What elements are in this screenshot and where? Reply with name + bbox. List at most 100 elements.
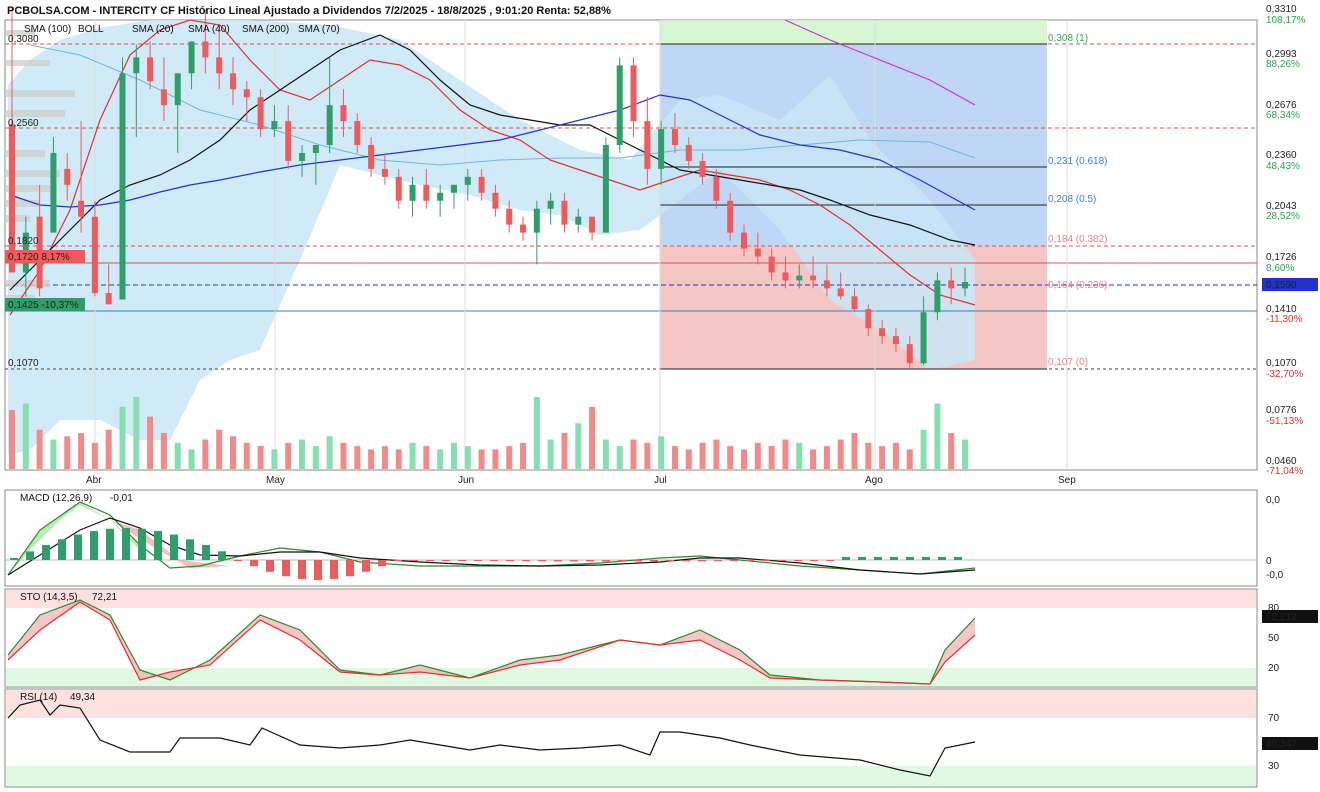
pct-tick: 8,60% [1266, 263, 1294, 274]
macd-hist-bar [810, 560, 818, 561]
candle-body [685, 144, 692, 161]
macd-hist-bar [26, 551, 34, 560]
candle-body [520, 224, 527, 233]
candle-body [810, 275, 817, 281]
macd-hist-bar [250, 560, 258, 567]
volume-bar [658, 436, 665, 469]
candle-body [423, 184, 430, 201]
month-label: Abr [86, 475, 102, 486]
volume-bar [478, 449, 485, 469]
candle-body [865, 309, 872, 329]
candle-body [119, 73, 126, 300]
volume-bar [616, 446, 623, 469]
candle-body [160, 89, 167, 106]
macd-hist-bar [522, 560, 530, 562]
candle-body [202, 41, 209, 58]
price-axis: 0,3310 108,17% 0,2993 88,26% 0,2676 68,3… [1262, 4, 1318, 477]
candle-body [713, 176, 720, 201]
volume-bar [119, 406, 126, 469]
volume-bar [64, 436, 71, 469]
macd-hist-bar [698, 560, 706, 562]
candle-body [174, 73, 181, 106]
volume-bar [823, 446, 830, 469]
volume-bar [851, 433, 858, 469]
candle-body [671, 129, 678, 145]
candle-body [299, 152, 306, 161]
macd-hist-bar [362, 560, 370, 572]
volume-bar [727, 446, 734, 469]
candle-body [879, 328, 886, 337]
volume-bar [520, 442, 527, 469]
fib-label-0618: 0,231 (0.618) [1048, 156, 1108, 167]
chart-header-title: PCBOLSA.COM - INTERCITY CF Histórico Lin… [7, 5, 611, 17]
month-label: Ago [865, 475, 883, 486]
candle-body [271, 121, 278, 130]
rsi-current: 49,347 [1266, 739, 1297, 750]
macd-hist-bar [314, 560, 322, 580]
candle-body [78, 200, 85, 217]
volume-bar [271, 449, 278, 469]
volume-bar [713, 439, 720, 469]
macd-hist-bar [618, 560, 626, 562]
volume-bar [188, 449, 195, 469]
candle-body [312, 144, 319, 153]
candle-body [133, 57, 140, 74]
macd-hist-bar [410, 560, 418, 561]
macd-hist-bar [426, 560, 434, 561]
macd-hist-bar [538, 560, 546, 562]
volume-bar [36, 429, 43, 469]
fib-label-1: 0,308 (1) [1048, 33, 1088, 44]
macd-hist-bar [602, 560, 610, 562]
candle-body [741, 232, 748, 249]
macd-hist-bar [330, 560, 338, 580]
legend-sma70: SMA (70) [298, 24, 340, 35]
candle-body [105, 293, 112, 305]
volume-bar [865, 442, 872, 469]
current-price: 0,1590 [1266, 280, 1297, 291]
macd-hist-bar [90, 530, 98, 560]
pct-tick: 68,34% [1266, 110, 1300, 121]
macd-hist-bar [906, 557, 914, 560]
legend-sma20: SMA (20) [132, 24, 174, 35]
volume-bar [741, 449, 748, 469]
pct-tick: 28,52% [1266, 211, 1300, 222]
rsi-label: RSI (14) [20, 692, 57, 703]
month-label: Jun [458, 475, 474, 486]
sto-current: 72,212 [1266, 612, 1297, 623]
volume-bar [575, 423, 582, 469]
candle-body [616, 65, 623, 145]
macd-hist-bar [826, 560, 834, 561]
macd-hist-bar [138, 528, 146, 560]
pct-tick: -11,30% [1266, 314, 1303, 325]
macd-axis-top: 0,0 [1266, 495, 1280, 506]
sto-label: STO (14,3,5) [20, 592, 78, 603]
macd-hist-bar [10, 558, 18, 560]
month-label: Sep [1058, 475, 1076, 486]
candle-body [91, 216, 98, 294]
candle-body [188, 41, 195, 74]
macd-hist-bar [394, 560, 402, 561]
volume-bar [22, 403, 29, 469]
candle-body [644, 121, 651, 169]
volume-bar [91, 442, 98, 469]
volume-bar [202, 439, 209, 469]
candle-body [547, 200, 554, 209]
macd-hist-bar [730, 560, 738, 562]
volume-bar [368, 449, 375, 469]
macd-hist-bar [202, 544, 210, 560]
volume-bar [160, 433, 167, 469]
volume-bar [174, 442, 181, 469]
macd-hist-bar [266, 560, 274, 572]
candle-body [575, 216, 582, 225]
candle-body [768, 256, 775, 273]
macd-hist-bar [106, 528, 114, 560]
macd-axis-bottom: -0,0 [1266, 570, 1284, 581]
macd-hist-bar [218, 551, 226, 560]
macd-hist-bar [186, 539, 194, 560]
macd-hist-bar [650, 560, 658, 562]
candle-body [920, 312, 927, 364]
pct-tick: 108,17% [1266, 15, 1306, 26]
macd-hist-bar [778, 560, 786, 561]
pct-tick: -71,04% [1266, 466, 1303, 477]
macd-hist-bar [586, 560, 594, 562]
